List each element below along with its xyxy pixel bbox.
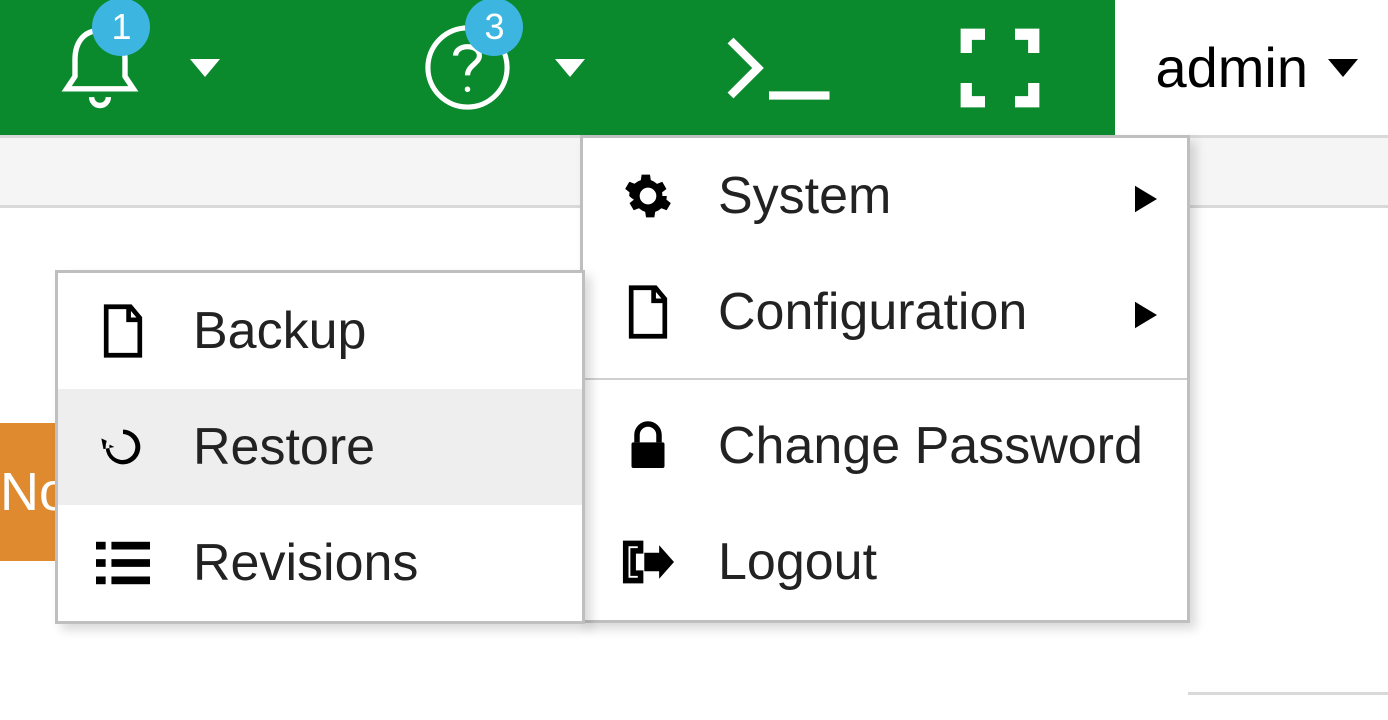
menu-divider bbox=[583, 378, 1187, 380]
orange-fragment: No bbox=[0, 423, 55, 561]
menu-item-label: Backup bbox=[193, 301, 366, 361]
list-icon bbox=[93, 541, 153, 585]
notifications-button[interactable]: 1 bbox=[20, 0, 250, 135]
caret-right-icon bbox=[1135, 282, 1157, 342]
fullscreen-icon bbox=[955, 23, 1045, 113]
user-label: admin bbox=[1155, 35, 1308, 100]
menu-item-label: Logout bbox=[718, 532, 877, 592]
menu-item-configuration[interactable]: Configuration bbox=[583, 254, 1187, 370]
bottom-bar-fragment bbox=[1188, 692, 1388, 720]
menu-item-label: Change Password bbox=[718, 416, 1143, 476]
lock-icon bbox=[618, 420, 678, 472]
file-icon bbox=[93, 303, 153, 359]
user-menu-button[interactable]: admin bbox=[1115, 0, 1388, 135]
menu-item-label: Configuration bbox=[718, 282, 1027, 342]
caret-down-icon bbox=[555, 53, 585, 83]
terminal-button[interactable] bbox=[695, 0, 865, 135]
caret-down-icon bbox=[190, 53, 220, 83]
caret-down-icon bbox=[1328, 53, 1358, 83]
terminal-icon bbox=[725, 33, 835, 103]
user-dropdown: System Configuration Change Password bbox=[580, 135, 1190, 623]
menu-item-logout[interactable]: Logout bbox=[583, 504, 1187, 620]
restore-icon bbox=[93, 421, 153, 473]
gear-icon bbox=[618, 171, 678, 221]
fullscreen-button[interactable] bbox=[925, 0, 1075, 135]
configuration-submenu: Backup Restore Revisions bbox=[55, 270, 585, 624]
menu-item-change-password[interactable]: Change Password bbox=[583, 388, 1187, 504]
menu-item-restore[interactable]: Restore bbox=[58, 389, 582, 505]
topbar: 1 3 admin bbox=[0, 0, 1388, 135]
help-button[interactable]: 3 bbox=[390, 0, 615, 135]
caret-right-icon bbox=[1135, 166, 1157, 226]
menu-item-backup[interactable]: Backup bbox=[58, 273, 582, 389]
menu-item-label: System bbox=[718, 166, 891, 226]
menu-item-label: Revisions bbox=[193, 533, 418, 593]
menu-item-revisions[interactable]: Revisions bbox=[58, 505, 582, 621]
file-icon bbox=[618, 284, 678, 340]
menu-item-label: Restore bbox=[193, 417, 375, 477]
menu-item-system[interactable]: System bbox=[583, 138, 1187, 254]
logout-icon bbox=[618, 538, 678, 586]
